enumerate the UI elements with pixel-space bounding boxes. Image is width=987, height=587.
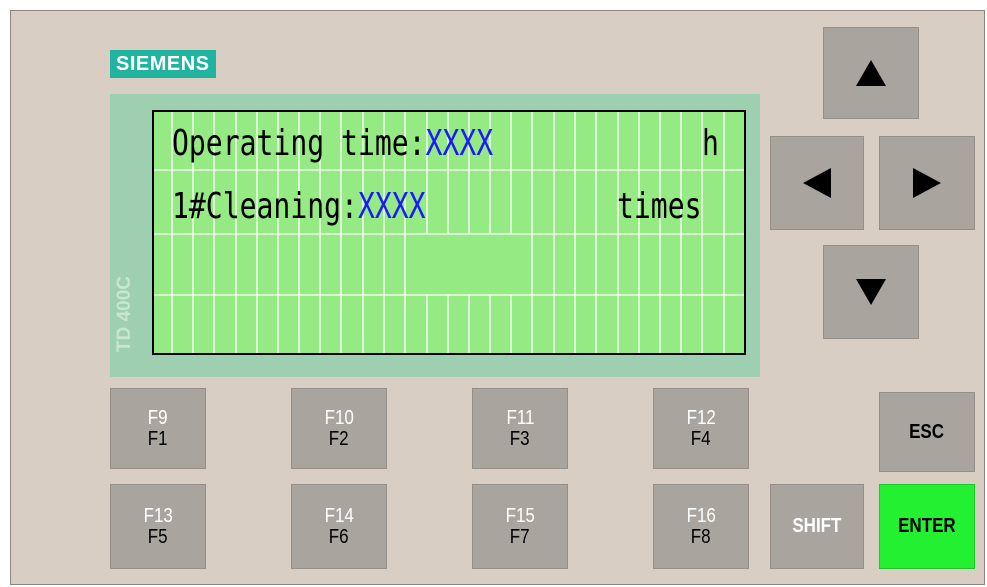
f1-label: F1 (148, 427, 168, 450)
siemens-logo: SIEMENS (110, 50, 216, 78)
shift-key[interactable]: SHIFT (770, 484, 864, 569)
esc-label: ESC (909, 420, 945, 443)
f5-label: F5 (148, 525, 168, 548)
f16-label: F16 (686, 504, 716, 527)
esc-key[interactable]: ESC (879, 392, 975, 472)
operating-time-value: XXXX (425, 123, 494, 164)
cleaning-value: XXXX (357, 186, 426, 227)
right-arrow-key[interactable] (879, 136, 975, 230)
f6-label: F6 (329, 525, 349, 548)
f13-label: F13 (143, 504, 173, 527)
enter-key[interactable]: ENTER (879, 484, 975, 569)
f7-key[interactable]: F15 F7 (472, 484, 568, 569)
f10-label: F10 (324, 406, 354, 429)
f11-label: F11 (505, 406, 535, 429)
cleaning-unit: times (617, 186, 702, 227)
f4-key[interactable]: F12 F4 (653, 388, 749, 469)
f2-label: F2 (329, 427, 349, 450)
f7-label: F7 (510, 525, 530, 548)
f6-key[interactable]: F14 F6 (291, 484, 387, 569)
f8-label: F8 (691, 525, 711, 548)
arrow-down-icon (856, 279, 886, 305)
f9-label: F9 (148, 406, 168, 429)
operating-time-unit: h (702, 123, 719, 164)
shift-label: SHIFT (792, 515, 842, 537)
up-arrow-key[interactable] (823, 27, 919, 119)
arrow-up-icon (856, 60, 886, 86)
f4-label: F4 (691, 427, 711, 450)
down-arrow-key[interactable] (823, 245, 919, 339)
f8-key[interactable]: F16 F8 (653, 484, 749, 569)
f5-key[interactable]: F13 F5 (110, 484, 206, 569)
arrow-right-icon (913, 168, 941, 198)
enter-label: ENTER (898, 515, 956, 537)
lcd-screen: Operating time:XXXX h 1#Cleaning:XXXX ti… (152, 110, 746, 355)
model-label: TD 400C (114, 275, 135, 352)
arrow-left-icon (803, 168, 831, 198)
f3-key[interactable]: F11 F3 (472, 388, 568, 469)
left-arrow-key[interactable] (770, 136, 864, 230)
f12-label: F12 (686, 406, 716, 429)
f3-label: F3 (510, 427, 530, 450)
lcd-line-2: 1#Cleaning:XXXX (172, 187, 426, 227)
operating-time-label: Operating time: (172, 123, 426, 164)
f14-label: F14 (324, 504, 354, 527)
f1-key[interactable]: F9 F1 (110, 388, 206, 469)
f15-label: F15 (505, 504, 535, 527)
cleaning-label: 1#Cleaning: (172, 186, 358, 227)
f2-key[interactable]: F10 F2 (291, 388, 387, 469)
lcd-line-1: Operating time:XXXX (172, 124, 493, 164)
